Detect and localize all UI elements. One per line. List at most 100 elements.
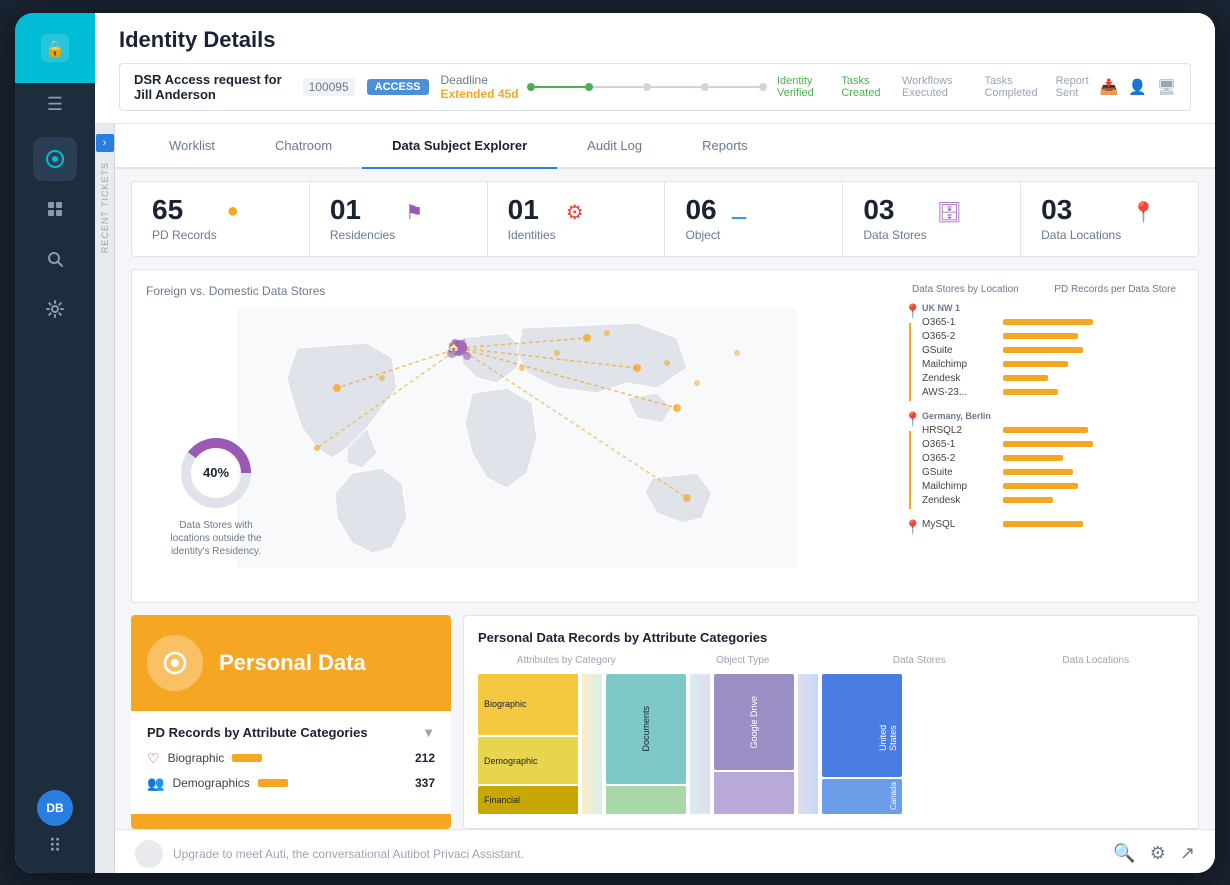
step-workflows-dot [643, 83, 651, 91]
dsr-title: DSR Access request for Jill Anderson [134, 72, 291, 102]
stat-data-stores: 03 Data Stores 🗄 [843, 182, 1021, 256]
stat-data-locations: 03 Data Locations 📍 [1021, 182, 1198, 256]
download-icon[interactable]: 📥 [1100, 78, 1119, 96]
identities-icon: ⚙ [566, 200, 584, 225]
ds-header-records: PD Records per Data Store [1054, 284, 1180, 295]
object-column: Documents [606, 674, 686, 814]
user-avatar[interactable]: DB [37, 790, 73, 826]
demographics-icon: 👥 [147, 775, 164, 792]
stat-number-object: 06 [685, 196, 720, 224]
pdr-headers: Attributes by Category Object Type Data … [478, 655, 1184, 666]
store-bar [1003, 333, 1078, 339]
stat-number-identities: 01 [508, 196, 556, 224]
stat-label-identities: Identities [508, 228, 556, 242]
store-name: GSuite [922, 467, 997, 478]
main-content: Identity Details DSR Access request for … [95, 13, 1215, 873]
expand-arrow[interactable]: › [96, 134, 114, 152]
step-connector-3 [651, 86, 701, 88]
step-label-identity-verified: Identity Verified [777, 75, 833, 99]
canada-bar: Canada [822, 779, 902, 814]
search-footer-icon[interactable]: 🔍 [1113, 843, 1135, 864]
demographics-bar [258, 779, 288, 787]
tab-data-subject-explorer[interactable]: Data Subject Explorer [362, 124, 557, 169]
stats-row: 65 PD Records ● 01 Residencies ⚑ [131, 181, 1199, 257]
ds-row: GSuite [922, 345, 1184, 356]
footer-action-icons: 🔍 ⚙ ↗ [1113, 843, 1195, 864]
ds-header-location: Data Stores by Location [908, 284, 1054, 295]
apps-grid-icon[interactable]: ⠿ [48, 836, 61, 857]
store-name: Mailchimp [922, 359, 997, 370]
store-bar [1003, 427, 1088, 433]
tab-audit-log[interactable]: Audit Log [557, 124, 672, 169]
tab-worklist[interactable]: Worklist [139, 124, 245, 169]
store-bar [1003, 319, 1093, 325]
sidebar-item-settings[interactable] [33, 287, 77, 331]
stat-number-data-locations: 03 [1041, 196, 1121, 224]
sidebar: 🔒 ☰ DB ⠿ [15, 13, 95, 873]
pd-icon [147, 635, 203, 691]
personal-data-card: Personal Data PD Records by Attribute Ca… [131, 615, 451, 829]
pd-records-icon: ● [227, 200, 239, 223]
ds-row: AWS-23... [922, 387, 1184, 398]
recent-tickets-label[interactable]: RECENT TICKETS [100, 162, 110, 253]
step-label-workflows: Workflows Executed [902, 75, 976, 99]
menu-toggle[interactable]: ☰ [15, 83, 95, 127]
stat-number-residencies: 01 [330, 196, 395, 224]
data-locations-icon: 📍 [1131, 200, 1156, 225]
store-bar [1003, 483, 1078, 489]
biographic-bar-chart: Biographic [478, 674, 578, 735]
monitor-icon[interactable]: 🖥 [1157, 78, 1176, 96]
map-section: Foreign vs. Domestic Data Stores [131, 269, 1199, 603]
step-label-tasks-completed: Tasks Completed [984, 75, 1047, 99]
stores-column: Google Drive [714, 674, 794, 814]
biographic-label: Biographic [168, 751, 225, 765]
map-title: Foreign vs. Domestic Data Stores [146, 284, 888, 298]
tab-reports[interactable]: Reports [672, 124, 778, 169]
pd-dropdown-icon[interactable]: ▼ [422, 725, 435, 740]
dsr-deadline-days: 45d [498, 87, 519, 101]
us-bar: United States [822, 674, 902, 778]
ds-row: O365-2 [922, 453, 1184, 464]
dsr-step-labels: Identity Verified Tasks Created Workflow… [777, 75, 1100, 99]
stat-identities: 01 Identities ⚙ [488, 182, 666, 256]
inner-main: Worklist Chatroom Data Subject Explorer … [115, 124, 1215, 873]
footer-bar: Upgrade to meet Auti, the conversational… [115, 829, 1215, 873]
top-header: Identity Details DSR Access request for … [95, 13, 1215, 124]
biographic-count: 212 [415, 751, 435, 765]
germany-location-label: Germany, Berlin [922, 411, 1184, 421]
app-logo[interactable]: 🔒 [15, 13, 95, 83]
pdr-col-locations: Data Locations [1008, 655, 1185, 666]
store-bar [1003, 375, 1048, 381]
documents-bar: Documents [606, 674, 686, 784]
store-name: O365-2 [922, 331, 997, 342]
stat-label-data-locations: Data Locations [1041, 228, 1121, 242]
store-name: O365-1 [922, 439, 997, 450]
ds-row: GSuite [922, 467, 1184, 478]
sidebar-item-dashboard[interactable] [33, 187, 77, 231]
uk-location-label: UK NW 1 [922, 303, 1184, 313]
settings-footer-icon[interactable]: ⚙ [1150, 843, 1166, 864]
dsr-id: 100095 [303, 78, 355, 96]
pdr-title: Personal Data Records by Attribute Categ… [478, 630, 1184, 645]
data-stores-icon: 🗄 [937, 200, 962, 225]
arrow-footer-icon[interactable]: ↗ [1180, 843, 1195, 864]
ds-row: O365-1 [922, 317, 1184, 328]
store-name: MySQL [922, 519, 997, 530]
ds-row: Zendesk [922, 373, 1184, 384]
demographics-label: Demographics [172, 776, 249, 790]
store-bar [1003, 455, 1063, 461]
step-label-report-sent: Report Sent [1056, 75, 1100, 99]
pdr-col-object: Object Type [655, 655, 832, 666]
pd-title: Personal Data [219, 650, 366, 676]
tab-chatroom[interactable]: Chatroom [245, 124, 362, 169]
sidebar-item-home[interactable] [33, 137, 77, 181]
locations-column: United States Canada [822, 674, 902, 814]
sidebar-item-search[interactable] [33, 237, 77, 281]
user-icon[interactable]: 👤 [1128, 78, 1147, 96]
biographic-bar [232, 754, 262, 762]
tab-navigation: Worklist Chatroom Data Subject Explorer … [115, 124, 1215, 169]
page-title: Identity Details [119, 27, 1191, 53]
pd-row-biographic: ♡ Biographic 212 [147, 750, 435, 767]
uk-stores: UK NW 1 O365-1 O365-2 G [922, 303, 1184, 401]
step-identity-verified-dot [527, 83, 535, 91]
